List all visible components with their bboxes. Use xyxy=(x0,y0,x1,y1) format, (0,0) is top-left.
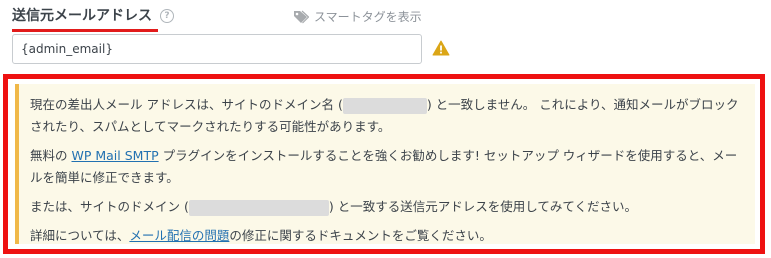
notice-text: の修正に関するドキュメントをご覧ください。 xyxy=(229,228,492,243)
wp-mail-smtp-link[interactable]: WP Mail SMTP xyxy=(71,148,158,163)
from-email-input[interactable] xyxy=(12,34,422,64)
tag-icon xyxy=(294,10,309,23)
notice-text: または、サイトのドメイン ( xyxy=(30,199,189,214)
notice-paragraph-mismatch: 現在の差出人メール アドレスは、サイトのドメイン名 () と一致しません。 これ… xyxy=(30,94,747,138)
question-circle-icon[interactable]: ? xyxy=(160,9,174,23)
notice-paragraph-docs: 詳細については、メール配信の問題の修正に関するドキュメントをご覧ください。 xyxy=(30,225,747,247)
domain-mismatch-notice: 現在の差出人メール アドレスは、サイトのドメイン名 () と一致しません。 これ… xyxy=(15,84,755,244)
email-settings-panel: 送信元メールアドレス ? スマートタグを表示 現在の差出人メール アドレスは、サ… xyxy=(0,0,771,258)
redacted-domain xyxy=(188,199,329,216)
show-smart-tags-link[interactable]: スマートタグを表示 xyxy=(293,8,422,25)
label-highlight-underline xyxy=(12,29,158,32)
from-email-label-row: 送信元メールアドレス ? xyxy=(12,6,174,32)
notice-text: 詳細については、 xyxy=(30,228,130,243)
warning-triangle-icon xyxy=(432,40,450,56)
from-email-label: 送信元メールアドレス xyxy=(12,8,152,24)
notice-text: 現在の差出人メール アドレスは、サイトのドメイン名 ( xyxy=(30,97,343,112)
notice-paragraph-plugin: 無料の WP Mail SMTP プラグインをインストールすることを強くお勧めし… xyxy=(30,145,747,189)
notice-text: 無料の xyxy=(30,148,72,163)
show-smart-tags-label: スマートタグを表示 xyxy=(314,10,422,24)
notice-text: ) と一致する送信元アドレスを使用してみてください。 xyxy=(328,199,637,214)
notice-paragraph-alternative: または、サイトのドメイン ( ) と一致する送信元アドレスを使用してみてください。 xyxy=(30,196,747,218)
email-delivery-issues-link[interactable]: メール配信の問題 xyxy=(129,228,229,243)
redacted-domain xyxy=(342,97,427,114)
